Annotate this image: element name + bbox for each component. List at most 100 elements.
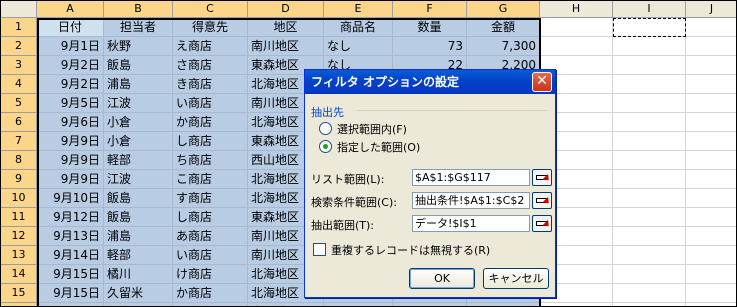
copy-to-ref-button[interactable] bbox=[532, 215, 552, 232]
table-header-cell[interactable]: 金額 bbox=[467, 18, 540, 37]
table-cell[interactable]: し商店 bbox=[173, 132, 248, 151]
empty-cell[interactable] bbox=[613, 208, 686, 227]
row-header-7[interactable]: 7 bbox=[1, 132, 37, 151]
table-cell[interactable]: 小倉 bbox=[104, 113, 173, 132]
row-header-14[interactable]: 14 bbox=[1, 265, 37, 284]
row-header-4[interactable]: 4 bbox=[1, 75, 37, 94]
empty-cell[interactable] bbox=[686, 132, 736, 151]
table-cell[interactable]: あ商店 bbox=[173, 227, 248, 246]
empty-cell[interactable] bbox=[686, 113, 736, 132]
empty-cell[interactable] bbox=[613, 151, 686, 170]
dialog-titlebar[interactable]: フィルタ オプションの設定 bbox=[305, 70, 555, 94]
empty-cell[interactable] bbox=[613, 75, 686, 94]
row-header-2[interactable]: 2 bbox=[1, 37, 37, 56]
table-cell[interactable]: 飯島 bbox=[104, 56, 173, 75]
column-header-d[interactable]: D bbox=[248, 1, 324, 18]
column-header-e[interactable]: E bbox=[324, 1, 393, 18]
table-header-cell[interactable]: 地区 bbox=[248, 18, 324, 37]
empty-cell[interactable] bbox=[686, 303, 736, 306]
table-cell[interactable]: こ商店 bbox=[173, 170, 248, 189]
list-range-ref-button[interactable] bbox=[532, 169, 552, 186]
table-cell[interactable]: 9月2日 bbox=[37, 56, 104, 75]
row-header-15[interactable]: 15 bbox=[1, 284, 37, 303]
empty-cell[interactable] bbox=[686, 227, 736, 246]
copy-to-input[interactable]: データ!$I$1 bbox=[412, 215, 530, 232]
table-cell[interactable]: もも bbox=[324, 303, 393, 306]
empty-cell[interactable] bbox=[540, 18, 613, 37]
empty-cell[interactable] bbox=[613, 189, 686, 208]
row-header-11[interactable]: 11 bbox=[1, 208, 37, 227]
table-cell[interactable]: 飯島 bbox=[104, 208, 173, 227]
table-cell[interactable]: 7,300 bbox=[467, 37, 540, 56]
empty-cell[interactable] bbox=[686, 246, 736, 265]
table-cell[interactable]: あ商店 bbox=[173, 303, 248, 306]
empty-cell[interactable] bbox=[613, 37, 686, 56]
row-header-9[interactable]: 9 bbox=[1, 170, 37, 189]
row-header-8[interactable]: 8 bbox=[1, 151, 37, 170]
empty-cell[interactable] bbox=[686, 189, 736, 208]
column-header-h[interactable]: H bbox=[540, 1, 613, 18]
table-cell[interactable]: 9月13日 bbox=[37, 227, 104, 246]
table-cell[interactable]: 江波 bbox=[104, 94, 173, 113]
criteria-range-ref-button[interactable] bbox=[532, 192, 552, 209]
empty-cell[interactable] bbox=[686, 56, 736, 75]
table-cell[interactable]: さ商店 bbox=[173, 56, 248, 75]
column-header-g[interactable]: G bbox=[467, 1, 540, 18]
table-cell[interactable]: 9月15日 bbox=[37, 284, 104, 303]
table-cell[interactable]: 軽部 bbox=[104, 246, 173, 265]
empty-cell[interactable] bbox=[686, 208, 736, 227]
empty-cell[interactable] bbox=[613, 170, 686, 189]
table-cell[interactable]: 9月12日 bbox=[37, 208, 104, 227]
table-cell[interactable]: 浦島 bbox=[104, 75, 173, 94]
table-header-cell[interactable]: 商品名 bbox=[324, 18, 393, 37]
table-cell[interactable]: か商店 bbox=[173, 284, 248, 303]
empty-cell[interactable] bbox=[686, 75, 736, 94]
row-header-3[interactable]: 3 bbox=[1, 56, 37, 75]
column-header-b[interactable]: B bbox=[104, 1, 173, 18]
table-cell[interactable]: 9月5日 bbox=[37, 94, 104, 113]
table-cell[interactable]: 飯島 bbox=[104, 189, 173, 208]
empty-cell[interactable] bbox=[613, 284, 686, 303]
row-header-5[interactable]: 5 bbox=[1, 94, 37, 113]
empty-cell[interactable] bbox=[613, 132, 686, 151]
table-cell[interactable]: 浦島 bbox=[104, 227, 173, 246]
table-cell[interactable]: し商店 bbox=[173, 208, 248, 227]
empty-cell[interactable] bbox=[613, 227, 686, 246]
table-cell[interactable]: 南川地区 bbox=[248, 303, 324, 306]
table-cell[interactable]: か商店 bbox=[173, 113, 248, 132]
table-cell[interactable]: 9月9日 bbox=[37, 132, 104, 151]
row-header-1[interactable]: 1 bbox=[1, 18, 37, 37]
empty-cell[interactable] bbox=[686, 265, 736, 284]
empty-cell[interactable] bbox=[613, 18, 686, 37]
ok-button[interactable]: OK bbox=[409, 268, 475, 289]
table-cell[interactable]: 9月14日 bbox=[37, 246, 104, 265]
table-cell[interactable]: 江波 bbox=[104, 170, 173, 189]
empty-cell[interactable] bbox=[686, 284, 736, 303]
table-header-cell[interactable]: 得意先 bbox=[173, 18, 248, 37]
unique-records-checkbox[interactable] bbox=[313, 243, 326, 256]
table-cell[interactable]: い商店 bbox=[173, 94, 248, 113]
row-header-16[interactable]: 16 bbox=[1, 303, 37, 306]
empty-cell[interactable] bbox=[613, 56, 686, 75]
close-icon[interactable]: ✕ bbox=[532, 72, 552, 92]
empty-cell[interactable] bbox=[613, 94, 686, 113]
table-header-cell[interactable]: 日付 bbox=[37, 18, 104, 37]
table-cell[interactable]: 橘川 bbox=[104, 265, 173, 284]
table-cell[interactable]: 4,400 bbox=[467, 303, 540, 306]
table-cell[interactable]: 9月2日 bbox=[37, 75, 104, 94]
row-header-13[interactable]: 13 bbox=[1, 246, 37, 265]
table-cell[interactable]: 73 bbox=[393, 37, 467, 56]
empty-cell[interactable] bbox=[613, 246, 686, 265]
table-cell[interactable]: き商店 bbox=[173, 75, 248, 94]
list-range-input[interactable]: $A$1:$G$117 bbox=[412, 169, 530, 186]
table-cell[interactable]: 9月1日 bbox=[37, 37, 104, 56]
select-all-corner[interactable] bbox=[1, 1, 37, 18]
table-cell[interactable]: 9月9日 bbox=[37, 151, 104, 170]
radio-copy-to[interactable] bbox=[319, 140, 332, 153]
criteria-range-input[interactable]: 抽出条件!$A$1:$C$2 bbox=[412, 192, 530, 209]
table-cell[interactable]: え商店 bbox=[173, 37, 248, 56]
table-cell[interactable]: ち商店 bbox=[173, 151, 248, 170]
cancel-button[interactable]: キャンセル bbox=[483, 268, 549, 289]
table-cell[interactable]: 飯島 bbox=[104, 303, 173, 306]
table-cell[interactable]: 小倉 bbox=[104, 132, 173, 151]
